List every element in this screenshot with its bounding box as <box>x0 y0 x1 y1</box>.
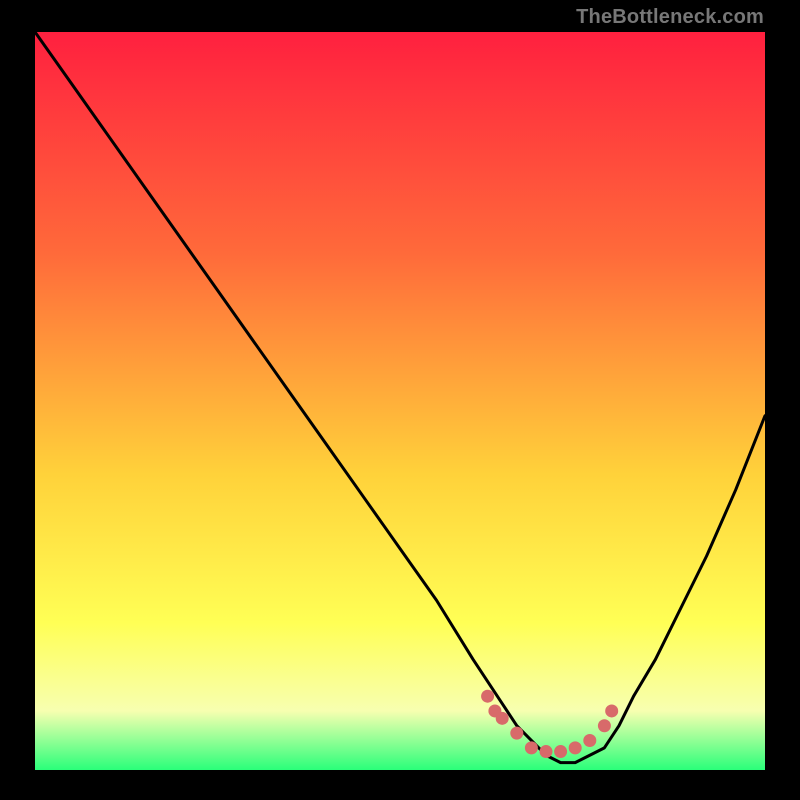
bottleneck-curve <box>35 32 765 763</box>
curve-marker <box>583 734 596 747</box>
curve-marker <box>510 727 523 740</box>
curve-marker <box>525 741 538 754</box>
curve-marker <box>554 745 567 758</box>
curve-marker <box>569 741 582 754</box>
curve-layer <box>35 32 765 770</box>
curve-marker <box>481 690 494 703</box>
watermark-text: TheBottleneck.com <box>576 6 764 29</box>
curve-marker <box>540 745 553 758</box>
curve-marker <box>605 704 618 717</box>
plot-area <box>35 32 765 770</box>
curve-marker <box>598 719 611 732</box>
curve-marker <box>496 712 509 725</box>
curve-markers <box>481 690 618 758</box>
chart-container: TheBottleneck.com <box>0 0 800 800</box>
